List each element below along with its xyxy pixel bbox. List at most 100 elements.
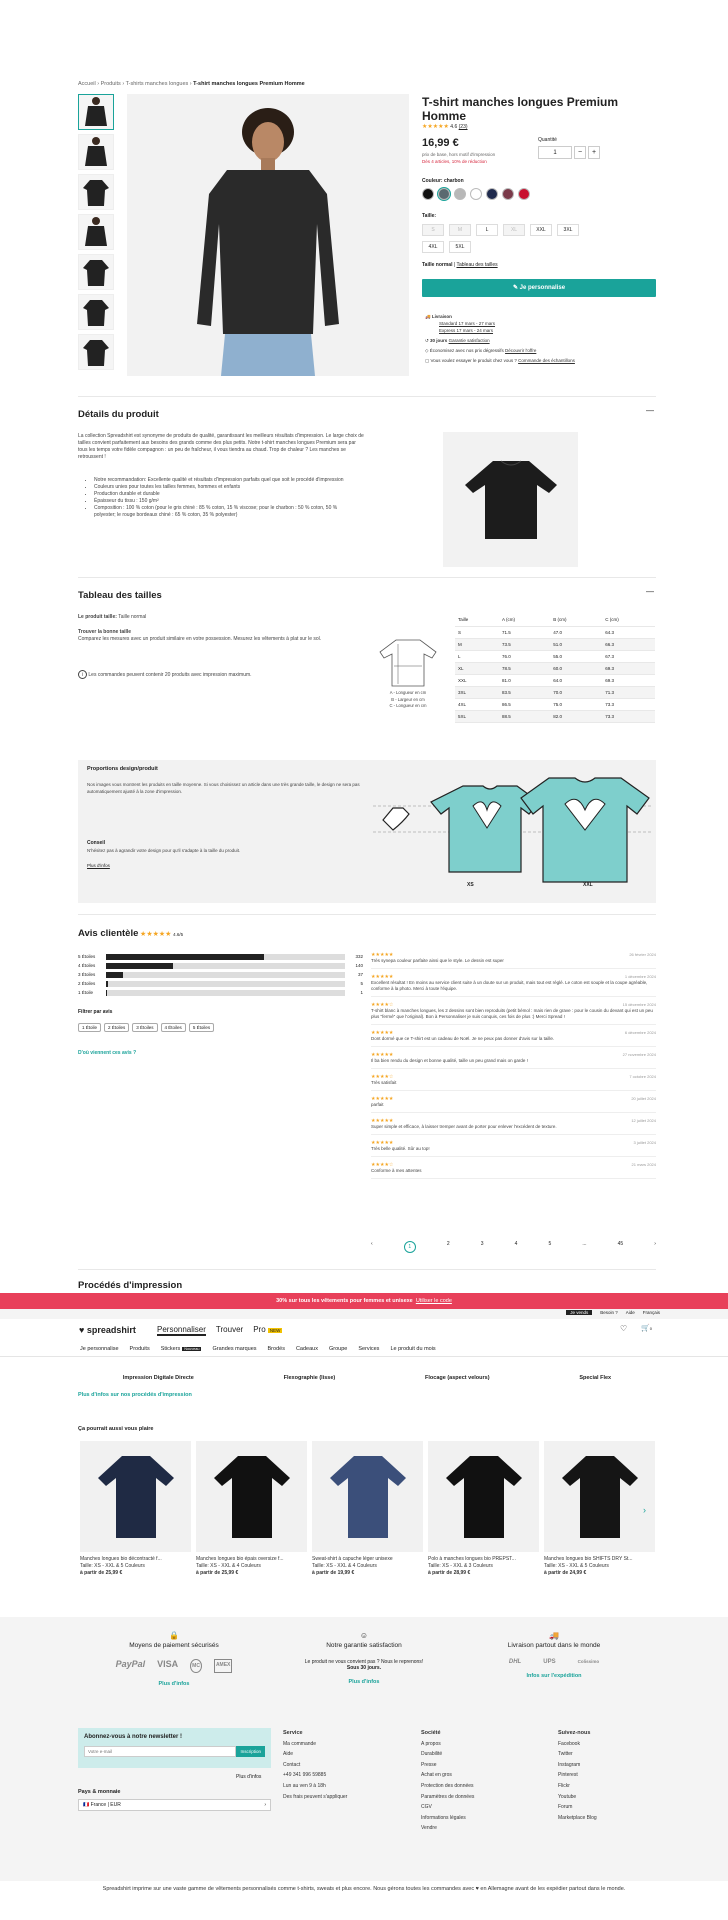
product-main-image[interactable] [127,94,409,376]
footer-link[interactable]: Forum [558,1802,597,1813]
newsletter-email-input[interactable] [84,1746,237,1757]
footer-link[interactable]: Des frais peuvent s'appliquer [283,1792,347,1803]
quantity-minus-button[interactable]: − [574,146,586,159]
footer-link[interactable]: Protection des données [421,1781,474,1792]
size-option[interactable]: XXL [530,224,552,236]
size-option[interactable]: 3XL [557,224,579,236]
breadcrumb-home[interactable]: Accueil [78,81,96,87]
color-swatch[interactable] [422,188,434,200]
quantity-plus-button[interactable]: + [588,146,600,159]
tab-pro[interactable]: Pro NEW [253,1325,283,1336]
page-link[interactable]: ‹ [371,1241,373,1253]
country-select[interactable]: 🇫🇷 France | EUR › [78,1799,271,1811]
product-card[interactable]: Manches longues bio épais oversize f... T… [196,1441,307,1577]
shipping-link[interactable]: Infos sur l'expédition [444,1673,664,1679]
color-swatch[interactable] [502,188,514,200]
review-filter-button[interactable]: 1 Étoile [78,1023,102,1032]
payment-link[interactable]: Plus d'infos [64,1681,284,1687]
thumbnail[interactable] [78,254,114,290]
footer-link[interactable]: Youtube [558,1792,597,1803]
sizetable-toggle[interactable]: — [646,587,654,596]
personalize-button[interactable]: ✎ Je personnalise [422,279,656,297]
size-option[interactable]: L [476,224,498,236]
aide-link[interactable]: Aide [626,1310,635,1315]
logo[interactable]: ♥ spreadshirt [79,1325,136,1335]
carousel-next-icon[interactable]: › [643,1505,646,1515]
footer-link[interactable]: Pinterest [558,1770,597,1781]
nav-link[interactable]: Stickers Nouveau [161,1346,202,1352]
sell-button[interactable]: Je vends [566,1310,593,1315]
satisfaction-link[interactable]: Plus d'infos [254,1679,474,1685]
thumbnail[interactable] [78,294,114,330]
tab-personnaliser[interactable]: Personnaliser [157,1325,206,1336]
tab-trouver[interactable]: Trouver [216,1325,243,1336]
footer-link[interactable]: Contact [283,1760,347,1771]
footer-link[interactable]: Achat en gros [421,1770,474,1781]
tip-link[interactable]: Plus d'infos [87,863,110,868]
thumbnail[interactable] [78,334,114,370]
review-filter-button[interactable]: 3 Étoiles [132,1023,158,1032]
delivery-express[interactable]: Express 17 mars - 24 mars [425,327,655,334]
nav-link[interactable]: Groupe [329,1346,347,1352]
product-card[interactable]: Manches longues bio SHIFTS DRY St... Tail… [544,1441,655,1577]
footer-link[interactable]: Ma commande [283,1739,347,1750]
print-more-link[interactable]: Plus d'infos sur nos procédés d'impressi… [78,1392,192,1398]
footer-link[interactable]: A propos [421,1739,474,1750]
product-card[interactable]: Manches longues bio décontracté f... Tail… [80,1441,191,1577]
rating-row[interactable]: 2 Étoiles 5 [78,979,363,988]
size-option[interactable]: M [449,224,471,236]
color-swatch[interactable] [454,188,466,200]
review-filter-button[interactable]: 2 Étoiles [104,1023,130,1032]
details-toggle[interactable]: — [646,406,654,415]
footer-link[interactable]: Instagram [558,1760,597,1771]
size-chart-link[interactable]: Tableau des tailles [456,262,497,268]
guarantee-link[interactable]: Garantie satisfaction [449,338,490,343]
nav-link[interactable]: Cadeaux [296,1346,318,1352]
page-link[interactable]: 2 [447,1241,450,1253]
page-link[interactable]: 4 [515,1241,518,1253]
color-swatch[interactable] [438,188,450,200]
nav-link[interactable]: Brodés [268,1346,285,1352]
reviews-source-link[interactable]: D'où viennent ces avis ? [78,1050,136,1056]
nav-link[interactable]: Produits [130,1346,150,1352]
promo-link[interactable]: Utiliser le code [416,1298,452,1304]
footer-link[interactable]: Marketplace Blog [558,1813,597,1824]
color-swatch[interactable] [518,188,530,200]
page-link[interactable]: ... [582,1241,586,1253]
newsletter-submit-button[interactable]: Inscription [236,1746,265,1757]
nav-link[interactable]: Le produit du mois [390,1346,435,1352]
nav-link[interactable]: Je personnalise [80,1346,119,1352]
footer-link[interactable]: Facebook [558,1739,597,1750]
footer-link[interactable]: Twitter [558,1749,597,1760]
page-link[interactable]: 45 [618,1241,624,1253]
footer-link[interactable]: Lun au ven 9 à 18h [283,1781,347,1792]
wishlist-icon[interactable]: ♡ [620,1324,627,1333]
footer-link[interactable]: +49 341 996 59885 [283,1770,347,1781]
footer-link[interactable]: Durabilité [421,1749,474,1760]
rating-row[interactable]: 3 Étoiles 37 [78,970,363,979]
product-card[interactable]: Sweat-shirt à capuche léger unisexe Taill… [312,1441,423,1577]
footer-link[interactable]: Paramètres de données [421,1792,474,1803]
rating-row[interactable]: 4 Étoiles 140 [78,961,363,970]
help-link[interactable]: Besoin ? [600,1310,618,1315]
quantity-input[interactable]: 1 [538,146,572,159]
cart-icon[interactable]: 🛒0 [641,1324,652,1332]
page-link[interactable]: 3 [481,1241,484,1253]
rating-link[interactable]: (23) [459,124,468,130]
product-card[interactable]: Polo à manches longues bio PREPST... Tail… [428,1441,539,1577]
thumbnail[interactable] [78,94,114,130]
size-option[interactable]: XL [503,224,525,236]
review-filter-button[interactable]: 4 Étoiles [160,1023,186,1032]
sample-link[interactable]: Commande des échantillons [518,358,575,363]
size-option[interactable]: S [422,224,444,236]
breadcrumb-products[interactable]: Produits [101,81,121,87]
color-swatch[interactable] [470,188,482,200]
nav-link[interactable]: Services [358,1346,379,1352]
footer-link[interactable]: Vendre [421,1823,474,1834]
color-swatch[interactable] [486,188,498,200]
delivery-standard[interactable]: Standard 17 mars - 27 mars [425,320,655,327]
nav-link[interactable]: Grandes marques [212,1346,256,1352]
language-select[interactable]: Français [643,1310,660,1315]
thumbnail[interactable] [78,174,114,210]
page-link[interactable]: 5 [548,1241,551,1253]
